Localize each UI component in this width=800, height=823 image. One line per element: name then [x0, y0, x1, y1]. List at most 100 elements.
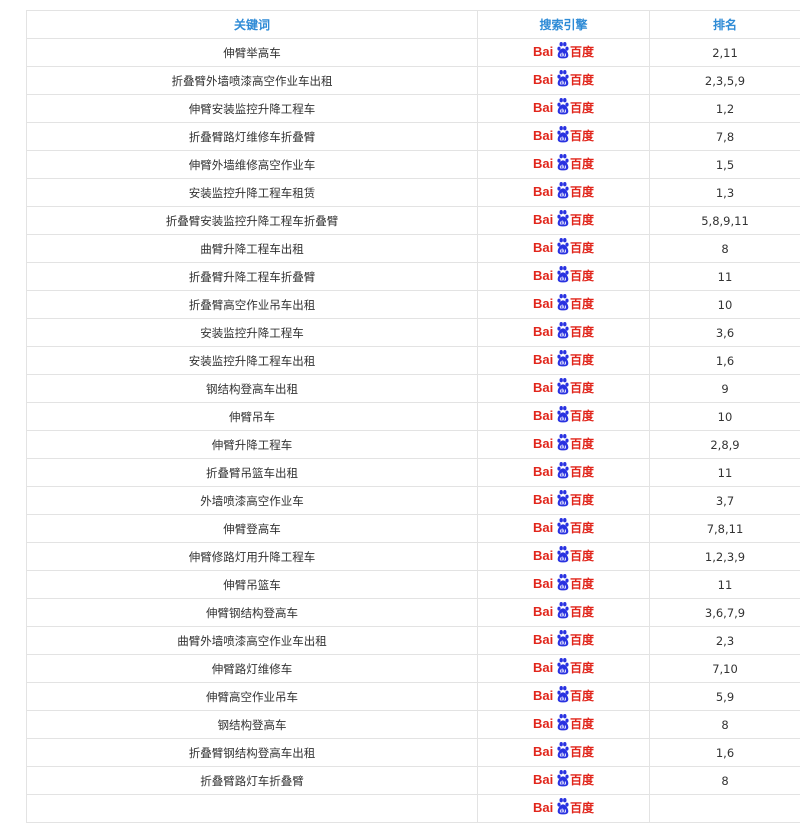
baidu-logo-icon: Bai du 百度 [533, 545, 595, 565]
rank-cell: 10 [650, 403, 800, 431]
keyword-cell: 伸臂安装监控升降工程车 [27, 95, 478, 123]
search-engine-cell: Bai du 百度 [478, 767, 650, 795]
svg-text:百度: 百度 [570, 296, 595, 311]
keyword-cell [27, 795, 478, 823]
rank-cell: 1,2,3,9 [650, 543, 800, 571]
table-row: 折叠臂升降工程车折叠臂 Bai du 百度 11 [27, 263, 800, 291]
baidu-logo-icon: Bai du 百度 [533, 209, 595, 229]
keyword-cell: 伸臂路灯维修车 [27, 655, 478, 683]
rank-cell: 11 [650, 459, 800, 487]
table-row: 外墙喷漆高空作业车 Bai du 百度 3,7 [27, 487, 800, 515]
search-engine-cell: Bai du 百度 [478, 431, 650, 459]
svg-text:百度: 百度 [570, 44, 595, 59]
header-search-engine: 搜索引擎 [478, 11, 650, 39]
baidu-logo-icon: Bai du 百度 [533, 797, 595, 817]
svg-text:du: du [559, 193, 566, 199]
svg-text:百度: 百度 [570, 156, 595, 171]
baidu-logo-icon: Bai du 百度 [533, 97, 595, 117]
svg-text:Bai: Bai [533, 212, 553, 227]
table-row: 折叠臂钢结构登高车出租 Bai du 百度 1,6 [27, 739, 800, 767]
baidu-logo-icon: Bai du 百度 [533, 489, 595, 509]
keyword-cell: 外墙喷漆高空作业车 [27, 487, 478, 515]
search-engine-cell: Bai du 百度 [478, 375, 650, 403]
keyword-cell: 钢结构登高车 [27, 711, 478, 739]
table-row: 折叠臂外墙喷漆高空作业车出租 Bai du 百度 2,3,5,9 [27, 67, 800, 95]
keyword-cell: 伸臂登高车 [27, 515, 478, 543]
rank-cell: 9 [650, 375, 800, 403]
rank-cell: 2,11 [650, 39, 800, 67]
svg-text:百度: 百度 [570, 128, 595, 143]
svg-text:du: du [559, 753, 566, 759]
search-engine-cell: Bai du 百度 [478, 459, 650, 487]
svg-text:百度: 百度 [570, 604, 595, 619]
svg-text:Bai: Bai [533, 156, 553, 171]
svg-text:Bai: Bai [533, 744, 553, 759]
table-row: 安装监控升降工程车出租 Bai du 百度 1,6 [27, 347, 800, 375]
svg-text:Bai: Bai [533, 240, 553, 255]
keyword-cell: 安装监控升降工程车出租 [27, 347, 478, 375]
svg-text:Bai: Bai [533, 632, 553, 647]
svg-text:Bai: Bai [533, 716, 553, 731]
svg-text:du: du [559, 697, 566, 703]
table-row: 伸臂吊车 Bai du 百度 10 [27, 403, 800, 431]
baidu-logo-icon: Bai du 百度 [533, 517, 595, 537]
svg-text:百度: 百度 [570, 380, 595, 395]
rank-cell: 1,6 [650, 347, 800, 375]
baidu-logo-icon: Bai du 百度 [533, 685, 595, 705]
keyword-cell: 伸臂升降工程车 [27, 431, 478, 459]
table-row: 伸臂修路灯用升降工程车 Bai du 百度 1,2,3,9 [27, 543, 800, 571]
svg-text:百度: 百度 [570, 72, 595, 87]
table-row: 钢结构登高车出租 Bai du 百度 9 [27, 375, 800, 403]
svg-text:du: du [559, 53, 566, 59]
rank-cell: 2,8,9 [650, 431, 800, 459]
baidu-logo-icon: Bai du 百度 [533, 769, 595, 789]
svg-text:百度: 百度 [570, 184, 595, 199]
svg-text:du: du [559, 501, 566, 507]
svg-text:du: du [559, 389, 566, 395]
baidu-logo-icon: Bai du 百度 [533, 181, 595, 201]
svg-text:百度: 百度 [570, 688, 595, 703]
svg-text:du: du [559, 221, 566, 227]
svg-text:Bai: Bai [533, 380, 553, 395]
keyword-cell: 折叠臂吊篮车出租 [27, 459, 478, 487]
svg-text:百度: 百度 [570, 520, 595, 535]
svg-text:Bai: Bai [533, 44, 553, 59]
table-row: 曲臂外墙喷漆高空作业车出租 Bai du 百度 2,3 [27, 627, 800, 655]
svg-text:du: du [559, 585, 566, 591]
table-row: 伸臂举高车 Bai du 百度 2,11 [27, 39, 800, 67]
search-engine-cell: Bai du 百度 [478, 319, 650, 347]
svg-text:Bai: Bai [533, 576, 553, 591]
svg-text:Bai: Bai [533, 352, 553, 367]
svg-text:du: du [559, 165, 566, 171]
keyword-cell: 曲臂升降工程车出租 [27, 235, 478, 263]
svg-text:du: du [559, 333, 566, 339]
table-row: 钢结构登高车 Bai du 百度 8 [27, 711, 800, 739]
search-engine-cell: Bai du 百度 [478, 151, 650, 179]
baidu-logo-icon: Bai du 百度 [533, 69, 595, 89]
table-row: 伸臂升降工程车 Bai du 百度 2,8,9 [27, 431, 800, 459]
rank-cell: 7,8 [650, 123, 800, 151]
svg-text:百度: 百度 [570, 716, 595, 731]
svg-text:du: du [559, 137, 566, 143]
keyword-cell: 伸臂举高车 [27, 39, 478, 67]
svg-text:百度: 百度 [570, 576, 595, 591]
search-engine-cell: Bai du 百度 [478, 515, 650, 543]
rank-cell: 8 [650, 235, 800, 263]
keyword-cell: 安装监控升降工程车租赁 [27, 179, 478, 207]
baidu-logo-icon: Bai du 百度 [533, 237, 595, 257]
svg-text:Bai: Bai [533, 436, 553, 451]
search-engine-cell: Bai du 百度 [478, 67, 650, 95]
svg-text:百度: 百度 [570, 660, 595, 675]
table-row: 伸臂安装监控升降工程车 Bai du 百度 1,2 [27, 95, 800, 123]
rank-cell: 5,9 [650, 683, 800, 711]
svg-text:百度: 百度 [570, 100, 595, 115]
rank-cell: 8 [650, 767, 800, 795]
rank-cell: 1,3 [650, 179, 800, 207]
svg-text:Bai: Bai [533, 184, 553, 199]
svg-text:Bai: Bai [533, 128, 553, 143]
svg-text:du: du [559, 109, 566, 115]
svg-text:du: du [559, 557, 566, 563]
search-engine-cell: Bai du 百度 [478, 627, 650, 655]
keyword-cell: 伸臂钢结构登高车 [27, 599, 478, 627]
svg-text:du: du [559, 473, 566, 479]
